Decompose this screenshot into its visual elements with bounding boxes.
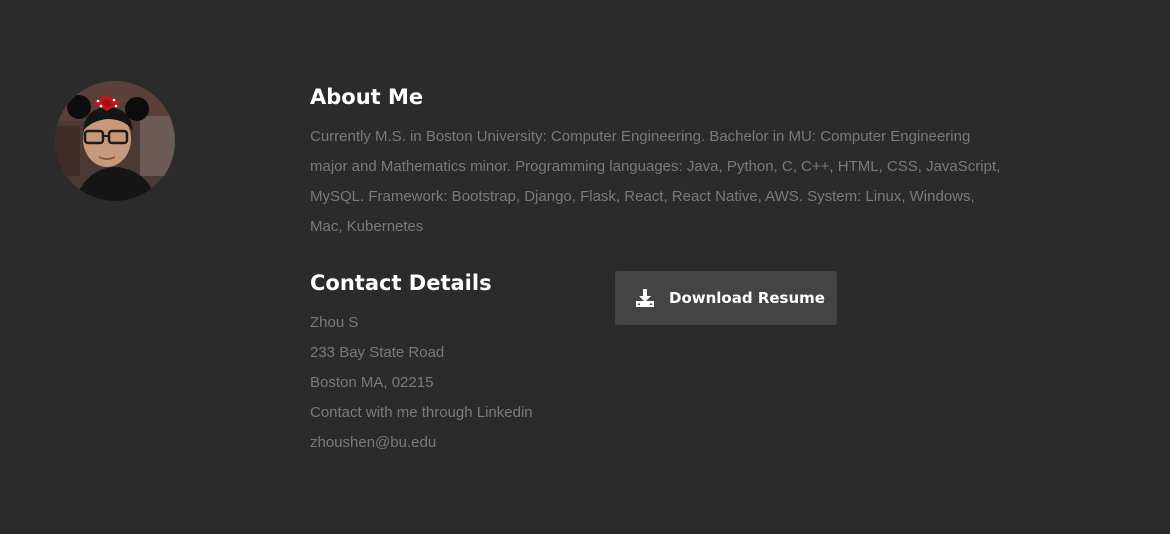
download-icon <box>635 288 655 308</box>
profile-photo-icon <box>55 81 175 201</box>
about-text: Currently M.S. in Boston University: Com… <box>310 128 1001 235</box>
contact-details: Zhou S 233 Bay State Road Boston MA, 022… <box>310 308 1010 458</box>
contact-linkedin: Contact with me through Linkedin <box>310 404 533 421</box>
contact-city: Boston MA, 02215 <box>310 374 434 391</box>
about-heading: About Me <box>310 85 424 109</box>
contact-section: Contact Details Zhou S 233 Bay State Roa… <box>310 268 1010 458</box>
contact-email[interactable]: zhoushen@bu.edu <box>310 428 1010 458</box>
contact-street: 233 Bay State Road <box>310 344 445 361</box>
profile-avatar <box>55 81 175 201</box>
download-resume-button[interactable]: Download Resume <box>615 271 837 325</box>
about-section: About Me Currently M.S. in Boston Univer… <box>310 82 1010 458</box>
download-resume-label: Download Resume <box>669 289 825 307</box>
